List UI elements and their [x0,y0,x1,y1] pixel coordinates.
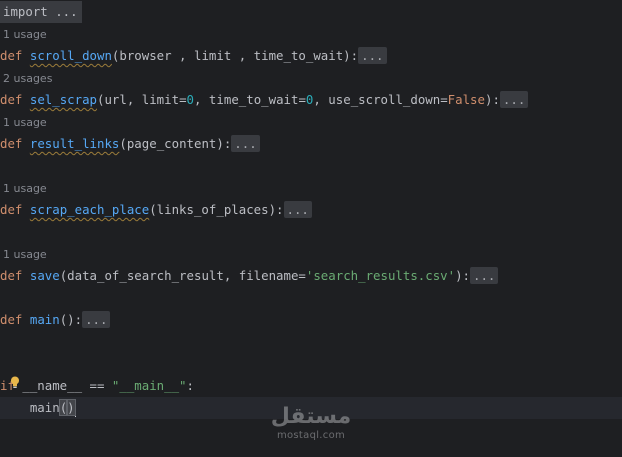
folded-body[interactable]: ... [231,135,260,152]
import-fold[interactable]: import ... [0,1,82,23]
folded-body[interactable]: ... [82,311,111,328]
parameters: (page_content): [119,136,232,151]
def-keyword: def [0,312,23,327]
folded-body[interactable]: ... [470,267,499,284]
if-main-line[interactable]: if __name__ == "__main__": [0,375,622,397]
string-literal: 'search_results.csv' [305,268,456,283]
function-name: scroll_down [29,48,112,63]
parameters-end: ): [455,268,471,283]
def-keyword: def [0,48,23,63]
parameters-mid2: , use_scroll_down= [313,92,448,107]
parameters: (links_of_places): [149,202,284,217]
equals: = [179,92,187,107]
main-call: main [29,400,60,415]
if-condition: __name__ == [14,378,112,393]
def-main-line[interactable]: def main():... [0,309,622,331]
def-save-line[interactable]: def save(data_of_search_result, filename… [0,265,622,287]
def-keyword: def [0,136,23,151]
def-scroll-down-line[interactable]: def scroll_down(browser , limit , time_t… [0,45,622,67]
parameters: (data_of_search_result, filename= [59,268,306,283]
usage-hint[interactable]: 2 usages [3,71,52,87]
usage-hint[interactable]: 1 usage [3,27,47,43]
folded-body[interactable]: ... [499,91,529,108]
parameters-end: ): [484,92,500,107]
function-name: result_links [29,136,120,151]
def-result-links-line[interactable]: def result_links(page_content):... [0,133,622,155]
colon: : [186,378,194,393]
parameters: (browser , limit , time_to_wait): [111,48,359,63]
usage-hint[interactable]: 1 usage [3,115,47,131]
def-scrap-each-place-line[interactable]: def scrap_each_place(links_of_places):..… [0,199,622,221]
def-sel-scrap-line[interactable]: def sel_scrap(url, limit=0, time_to_wait… [0,89,622,111]
parameters-start: (url, [97,92,142,107]
number-literal: 0 [186,92,195,107]
def-keyword: def [0,268,23,283]
code-editor[interactable]: import ... 1 usage def scroll_down(brows… [0,0,622,457]
parameters-mid: , time_to_wait= [194,92,306,107]
function-name: main [29,312,60,327]
text-caret [74,400,77,417]
watermark-arabic: مستقل [270,404,352,429]
watermark-latin: mostaql.com [276,430,346,441]
function-name: sel_scrap [29,92,97,107]
false-literal: False [447,92,485,107]
lightbulb-icon[interactable] [10,376,20,389]
usage-hint[interactable]: 1 usage [3,247,47,263]
function-name: scrap_each_place [29,202,150,217]
param-limit: limit [141,92,180,107]
def-keyword: def [0,202,23,217]
def-keyword: def [0,92,23,107]
watermark: مستقل mostaql.com [268,404,354,442]
function-name: save [29,268,60,283]
usage-hint[interactable]: 1 usage [3,181,47,197]
folded-body[interactable]: ... [283,201,312,218]
folded-body[interactable]: ... [358,47,387,64]
string-literal: "__main__" [111,378,187,393]
close-paren: ) [66,399,76,416]
parameters: (): [59,312,83,327]
import-line[interactable]: import ... [0,1,622,23]
